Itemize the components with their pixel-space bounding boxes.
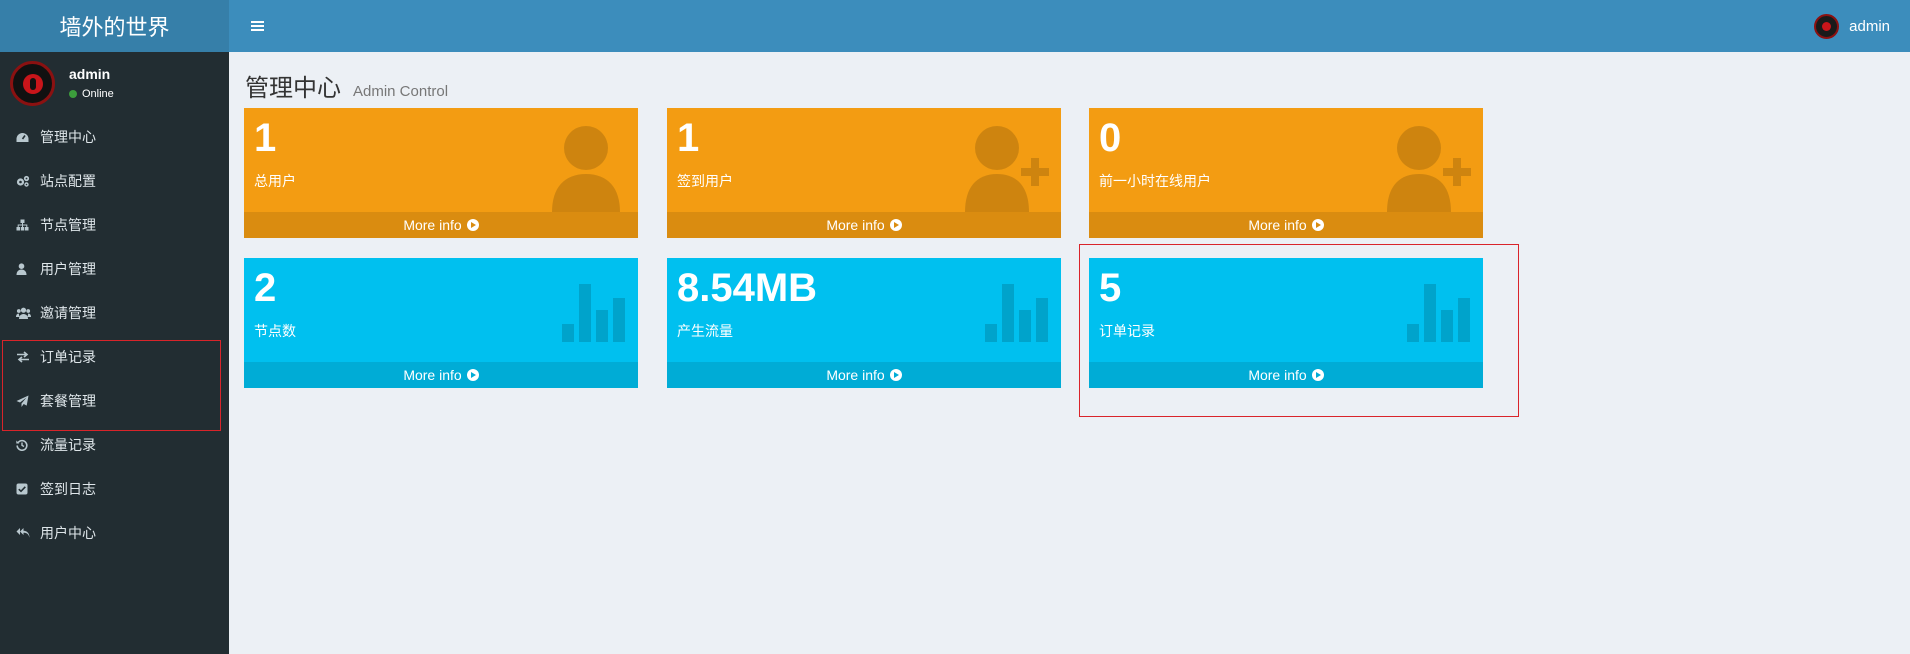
user-panel: admin Online	[0, 52, 229, 114]
user-menu[interactable]: admin	[1814, 13, 1890, 39]
user-menu-name: admin	[1849, 17, 1890, 35]
more-info-label: More info	[826, 367, 885, 383]
sidebar-item-label: 用户管理	[40, 261, 96, 277]
sidebar-item-label: 邀请管理	[40, 305, 96, 321]
stat-label: 签到用户	[677, 173, 733, 189]
more-info-label: More info	[1248, 217, 1307, 233]
more-info-label: More info	[403, 367, 462, 383]
sidebar-item-label: 套餐管理	[40, 393, 96, 409]
sidebar-menu: 管理中心 站点配置 节点管理 用户管理 邀请管理 订单记录 套餐管理 流量记录	[0, 115, 229, 555]
arrow-circle-right-icon	[466, 219, 479, 231]
stat-box-total-users: 1 总用户 More info	[244, 108, 638, 238]
more-info-link[interactable]: More info	[244, 212, 638, 238]
more-info-link[interactable]: More info	[667, 362, 1061, 388]
check-square-icon	[16, 483, 40, 495]
exchange-icon	[16, 351, 40, 363]
page-title: 管理中心	[245, 75, 341, 102]
sidebar-item-order-records[interactable]: 订单记录	[0, 335, 229, 379]
arrow-circle-right-icon	[889, 219, 902, 231]
stat-box-node-count: 2 节点数 More info	[244, 258, 638, 388]
sidebar-item-invite-manage[interactable]: 邀请管理	[0, 291, 229, 335]
sidebar-item-admin-center[interactable]: 管理中心	[0, 115, 229, 159]
stat-label: 产生流量	[677, 323, 733, 339]
sidebar-item-node-manage[interactable]: 节点管理	[0, 203, 229, 247]
stat-label: 前一小时在线用户	[1099, 173, 1211, 189]
app-logo[interactable]: 墙外的世界	[0, 0, 229, 52]
more-info-link[interactable]: More info	[1089, 362, 1483, 388]
bar-chart-icon	[985, 284, 1048, 342]
stat-box-traffic: 8.54MB 产生流量 More info	[667, 258, 1061, 388]
arrow-circle-right-icon	[1311, 369, 1324, 381]
more-info-link[interactable]: More info	[1089, 212, 1483, 238]
status-text: Online	[82, 88, 114, 100]
sidebar-item-label: 用户中心	[40, 525, 96, 541]
stat-box-online-users: 0 前一小时在线用户 More info	[1089, 108, 1483, 238]
user-status: Online	[69, 88, 114, 100]
sidebar-item-label: 节点管理	[40, 217, 96, 233]
sidebar-item-user-manage[interactable]: 用户管理	[0, 247, 229, 291]
stat-label: 订单记录	[1099, 323, 1155, 339]
user-icon	[16, 263, 40, 275]
main-content: 管理中心 Admin Control 1 总用户 More info 1 签到用…	[229, 52, 1910, 654]
arrow-circle-right-icon	[466, 369, 479, 381]
page-subtitle: Admin Control	[353, 83, 449, 100]
stat-box-checkin-users: 1 签到用户 More info	[667, 108, 1061, 238]
more-info-label: More info	[826, 217, 885, 233]
sidebar-item-label: 流量记录	[40, 437, 96, 453]
stat-value: 1	[677, 116, 700, 160]
more-info-label: More info	[403, 217, 462, 233]
sidebar-item-package-manage[interactable]: 套餐管理	[0, 379, 229, 423]
paper-plane-icon	[16, 395, 40, 407]
cogs-icon	[16, 175, 40, 187]
stat-value: 2	[254, 266, 277, 310]
stat-label: 总用户	[254, 173, 296, 189]
sidebar-item-label: 订单记录	[40, 349, 96, 365]
avatar	[1814, 13, 1840, 39]
stat-value: 5	[1099, 266, 1122, 310]
sidebar-item-label: 签到日志	[40, 481, 96, 497]
users-icon	[16, 307, 40, 319]
more-info-label: More info	[1248, 367, 1307, 383]
stat-box-order-records: 5 订单记录 More info	[1089, 258, 1483, 388]
user-icon	[552, 126, 620, 212]
sidebar: admin Online 管理中心 站点配置 节点管理 用户管理 邀请管理 订单…	[0, 52, 229, 654]
logo-text: 墙外的世界	[59, 15, 170, 40]
sidebar-item-site-config[interactable]: 站点配置	[0, 159, 229, 203]
online-dot-icon	[69, 90, 77, 98]
stat-value: 1	[254, 116, 277, 160]
sidebar-item-traffic-records[interactable]: 流量记录	[0, 423, 229, 467]
bar-chart-icon	[1407, 284, 1470, 342]
sitemap-icon	[16, 219, 40, 231]
sidebar-item-checkin-log[interactable]: 签到日志	[0, 467, 229, 511]
reply-all-icon	[16, 527, 40, 539]
history-icon	[16, 439, 40, 451]
stat-value: 0	[1099, 116, 1122, 160]
arrow-circle-right-icon	[1311, 219, 1324, 231]
sidebar-item-user-center[interactable]: 用户中心	[0, 511, 229, 555]
user-plus-icon	[1387, 126, 1471, 212]
top-navbar: admin	[229, 0, 1910, 52]
stat-value: 8.54MB	[677, 266, 818, 310]
sidebar-item-label: 站点配置	[40, 173, 96, 189]
page-header: 管理中心 Admin Control	[245, 68, 448, 103]
more-info-link[interactable]: More info	[244, 362, 638, 388]
user-plus-icon	[965, 126, 1049, 212]
bar-chart-icon	[562, 284, 625, 342]
menu-toggle-icon[interactable]	[243, 12, 271, 40]
more-info-link[interactable]: More info	[667, 212, 1061, 238]
dashboard-icon	[16, 132, 40, 143]
arrow-circle-right-icon	[889, 369, 902, 381]
avatar	[10, 60, 55, 106]
sidebar-user-name: admin	[69, 66, 111, 82]
sidebar-item-label: 管理中心	[40, 129, 96, 145]
stat-label: 节点数	[254, 323, 296, 339]
